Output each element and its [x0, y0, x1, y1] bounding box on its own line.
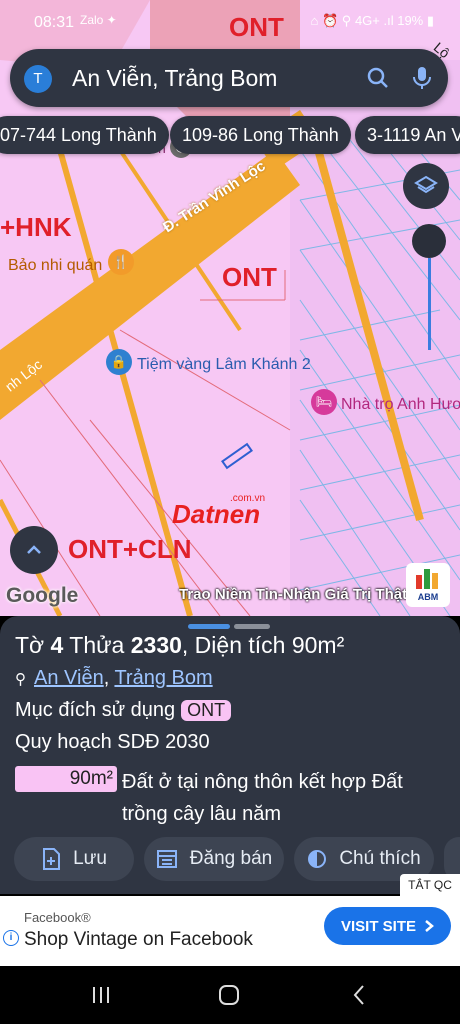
link-ward[interactable]: An Viễn [34, 667, 104, 689]
status-time: 08:31 [34, 14, 75, 31]
map-zone-label-ont-cln: ONT+CLN [68, 534, 192, 564]
location-separator: , [103, 667, 115, 689]
visit-site-button[interactable]: VISIT SITE [324, 907, 451, 945]
chip-parcel-1[interactable]: 07-744 Long Thành [0, 116, 169, 154]
system-nav-bar [0, 966, 460, 1024]
visit-site-label: VISIT SITE [340, 917, 416, 935]
abm-logo-graphic [416, 569, 438, 589]
chip-parcel-2[interactable]: 109-86 Long Thành [170, 116, 351, 154]
chip-parcel-3[interactable]: 3-1119 An V [355, 116, 460, 154]
abm-logo: ABM [406, 563, 450, 607]
map-zone-label-hnk: +HNK [0, 212, 72, 242]
map-slogan: Trao Niềm Tin-Nhận Giá Trị Thật [179, 586, 408, 603]
search-bar[interactable]: T An Viễn, Trảng Bom [10, 49, 448, 107]
purpose-label: Mục đích sử dụng [15, 699, 176, 721]
panel-drag-handle-secondary[interactable] [234, 624, 270, 629]
abm-logo-text: ABM [417, 592, 439, 602]
ad-brand: Facebook® [24, 910, 91, 925]
parcel-location: ⚲ An Viễn, Trảng Bom [15, 667, 213, 690]
layers-icon [414, 175, 438, 194]
title-mid: Thửa [63, 632, 131, 658]
system-icons: ⌂ ⏰ ⚲ 4G+ .ıl 19% ▮ [310, 13, 434, 28]
panel-drag-handle[interactable] [188, 624, 230, 629]
area-badge: 90m² [15, 766, 117, 792]
search-input[interactable]: An Viễn, Trảng Bom [72, 65, 277, 92]
purpose-badge: ONT [181, 700, 232, 721]
poi-label-tiem-vang[interactable]: Tiệm vàng Lâm Khánh 2 [137, 356, 311, 374]
plan-label: Quy hoạch SDĐ 2030 [15, 731, 210, 753]
poi-label-bao-nhi-quan[interactable]: Bảo nhi quán [8, 257, 102, 275]
parcel-title: Tờ 4 Thửa 2330, Diện tích 90m² [15, 632, 344, 659]
home-icon[interactable] [214, 982, 244, 1008]
back-graphic [353, 985, 364, 1005]
shopping-icon[interactable]: 🔒 [106, 349, 132, 375]
chevron-right-icon [425, 920, 434, 932]
restaurant-icon[interactable]: 🍴 [108, 249, 134, 275]
notification-icons: Zalo ✦ [80, 13, 117, 27]
ad-banner[interactable]: i Facebook® Shop Vintage on Facebook VIS… [0, 896, 460, 966]
save-icon [43, 848, 61, 870]
close-ad-button[interactable]: TẮT QC [400, 874, 460, 896]
watermark-domain: .com.vn [230, 493, 266, 504]
search-icon[interactable] [363, 63, 393, 93]
search-icon-graphic [367, 67, 388, 88]
ad-headline[interactable]: Shop Vintage on Facebook [24, 929, 253, 951]
mic-icon-graphic [413, 67, 431, 89]
save-label: Lưu [73, 848, 107, 869]
recent-apps-graphic [93, 987, 109, 1003]
map-zone-label-ont: ONT [222, 262, 277, 292]
google-logo: Google [6, 584, 79, 607]
parcel-area: , Diện tích 90m² [181, 632, 345, 658]
status-bar: 08:31 Zalo ✦ ⌂ ⏰ ⚲ 4G+ .ıl 19% ▮ [0, 0, 460, 44]
datnen-watermark: Datnen .com.vn [172, 493, 288, 529]
post-sale-button[interactable]: Đăng bán [144, 837, 284, 881]
post-sale-label: Đăng bán [189, 848, 273, 869]
poi-label-nha-tro[interactable]: Nhà trọ Anh Hươ [341, 396, 460, 414]
expand-up-button[interactable] [10, 526, 58, 574]
land-purpose: Mục đích sử dụng ONT [15, 699, 232, 722]
opacity-slider-knob[interactable] [412, 224, 446, 258]
mic-icon[interactable] [407, 63, 437, 93]
area-description: Đất ở tại nông thôn kết hợp Đất trồng câ… [122, 771, 403, 825]
link-district[interactable]: Trảng Bom [114, 667, 212, 689]
back-icon[interactable] [344, 982, 374, 1008]
listing-icon [156, 850, 177, 868]
avatar[interactable]: T [24, 65, 52, 93]
sheet-number: 4 [50, 632, 64, 658]
layers-button[interactable] [403, 163, 449, 209]
opacity-slider-track[interactable] [428, 258, 431, 350]
legend-label: Chú thích [339, 848, 421, 869]
chevron-up-icon [27, 545, 41, 554]
ad-info-icon[interactable]: i [3, 930, 19, 946]
title-prefix: Tờ [15, 632, 51, 658]
save-button[interactable]: Lưu [14, 837, 134, 881]
recent-apps-icon[interactable] [86, 982, 116, 1008]
location-pin-icon: ⚲ [15, 671, 26, 688]
home-graphic [219, 985, 239, 1005]
hotel-icon[interactable]: 🛏 [311, 389, 337, 415]
parcel-number: 2330 [130, 632, 182, 658]
contrast-icon [308, 850, 327, 868]
